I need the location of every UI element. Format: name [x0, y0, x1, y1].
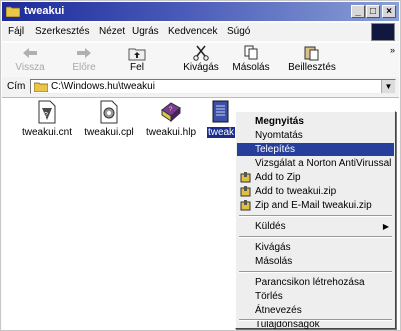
context-menu: Megnyitás Nyomtatás Telepítés Vizsgálat … [235, 111, 396, 329]
back-button[interactable]: Vissza [10, 45, 50, 73]
help-contents-icon: ? [38, 100, 56, 124]
copy-button[interactable]: Másolás [228, 45, 274, 73]
title-bar[interactable]: tweakui _ □ × [2, 2, 399, 21]
menu-bar: Fájl Szerkesztés Nézet Ugrás Kedvencek S… [2, 23, 399, 41]
context-item-add-to-zip[interactable]: Add to Zip [237, 171, 394, 184]
context-item-delete[interactable]: Törlés [237, 290, 394, 303]
copy-icon [244, 45, 258, 60]
context-item-open[interactable]: Megnyitás [237, 115, 394, 128]
inf-file-icon [212, 100, 229, 123]
context-item-send-to[interactable]: Küldés ▶ [237, 220, 394, 233]
address-input[interactable]: C:\Windows.hu\tweakui ▼ [30, 79, 396, 94]
paste-icon [304, 46, 319, 61]
context-item-zip-and-email[interactable]: Zip and E-Mail tweakui.zip [237, 199, 394, 212]
folder-up-icon [128, 48, 146, 61]
context-item-norton-scan[interactable]: Vizsgálat a Norton AntiVirussal [237, 157, 394, 170]
menu-separator [239, 271, 392, 273]
explorer-window: tweakui _ □ × Fájl Szerkesztés Nézet Ugr… [0, 0, 401, 331]
address-path: C:\Windows.hu\tweakui [51, 81, 155, 92]
toolbar: Vissza Előre Fel Kivágás Másolás Beilles… [2, 42, 399, 78]
menu-help[interactable]: Súgó [227, 26, 250, 37]
forward-arrow-icon [77, 48, 91, 58]
dropdown-arrow-icon[interactable]: ▼ [381, 80, 395, 93]
menu-separator [239, 236, 392, 238]
context-item-print[interactable]: Nyomtatás [237, 129, 394, 142]
up-button[interactable]: Fel [117, 45, 157, 73]
maximize-button[interactable]: □ [366, 5, 380, 18]
menu-file[interactable]: Fájl [8, 26, 24, 37]
scissors-icon [193, 45, 209, 61]
menu-view[interactable]: Nézet [99, 26, 125, 37]
context-item-install[interactable]: Telepítés [237, 143, 394, 156]
submenu-arrow-icon: ▶ [382, 222, 389, 231]
forward-button[interactable]: Előre [64, 45, 104, 73]
folder-icon [34, 82, 48, 92]
file-item[interactable]: ? tweakui.cnt [12, 100, 82, 138]
winzip-icon [240, 200, 251, 211]
close-button[interactable]: × [382, 5, 396, 18]
chevron-right-icon[interactable]: » [390, 45, 395, 55]
context-item-add-to-tweakui-zip[interactable]: Add to tweakui.zip [237, 185, 394, 198]
file-item[interactable]: tweakui.cpl [74, 100, 144, 138]
context-item-create-shortcut[interactable]: Parancsikon létrehozása [237, 276, 394, 289]
paste-button[interactable]: Beillesztés [282, 45, 342, 73]
context-item-properties[interactable]: Tulajdonságok [237, 321, 394, 329]
winzip-icon [240, 172, 251, 183]
back-arrow-icon [23, 48, 37, 58]
winzip-icon [240, 186, 251, 197]
cut-button[interactable]: Kivágás [178, 45, 224, 73]
control-panel-icon [100, 100, 118, 124]
context-item-rename[interactable]: Átnevezés [237, 304, 394, 317]
menu-favorites[interactable]: Kedvencek [168, 26, 217, 37]
context-item-cut[interactable]: Kivágás [237, 241, 394, 254]
window-title: tweakui [24, 5, 65, 17]
menu-edit[interactable]: Szerkesztés [35, 26, 89, 37]
svg-text:?: ? [44, 112, 48, 119]
context-item-copy[interactable]: Másolás [237, 255, 394, 268]
folder-icon [6, 6, 20, 17]
help-book-icon: ? [161, 102, 181, 123]
address-bar: Cím C:\Windows.hu\tweakui ▼ [2, 77, 399, 98]
minimize-button[interactable]: _ [351, 5, 365, 18]
menu-separator [239, 215, 392, 217]
address-label: Cím [7, 81, 26, 92]
windows-logo-icon [371, 23, 395, 41]
menu-go[interactable]: Ugrás [132, 26, 159, 37]
